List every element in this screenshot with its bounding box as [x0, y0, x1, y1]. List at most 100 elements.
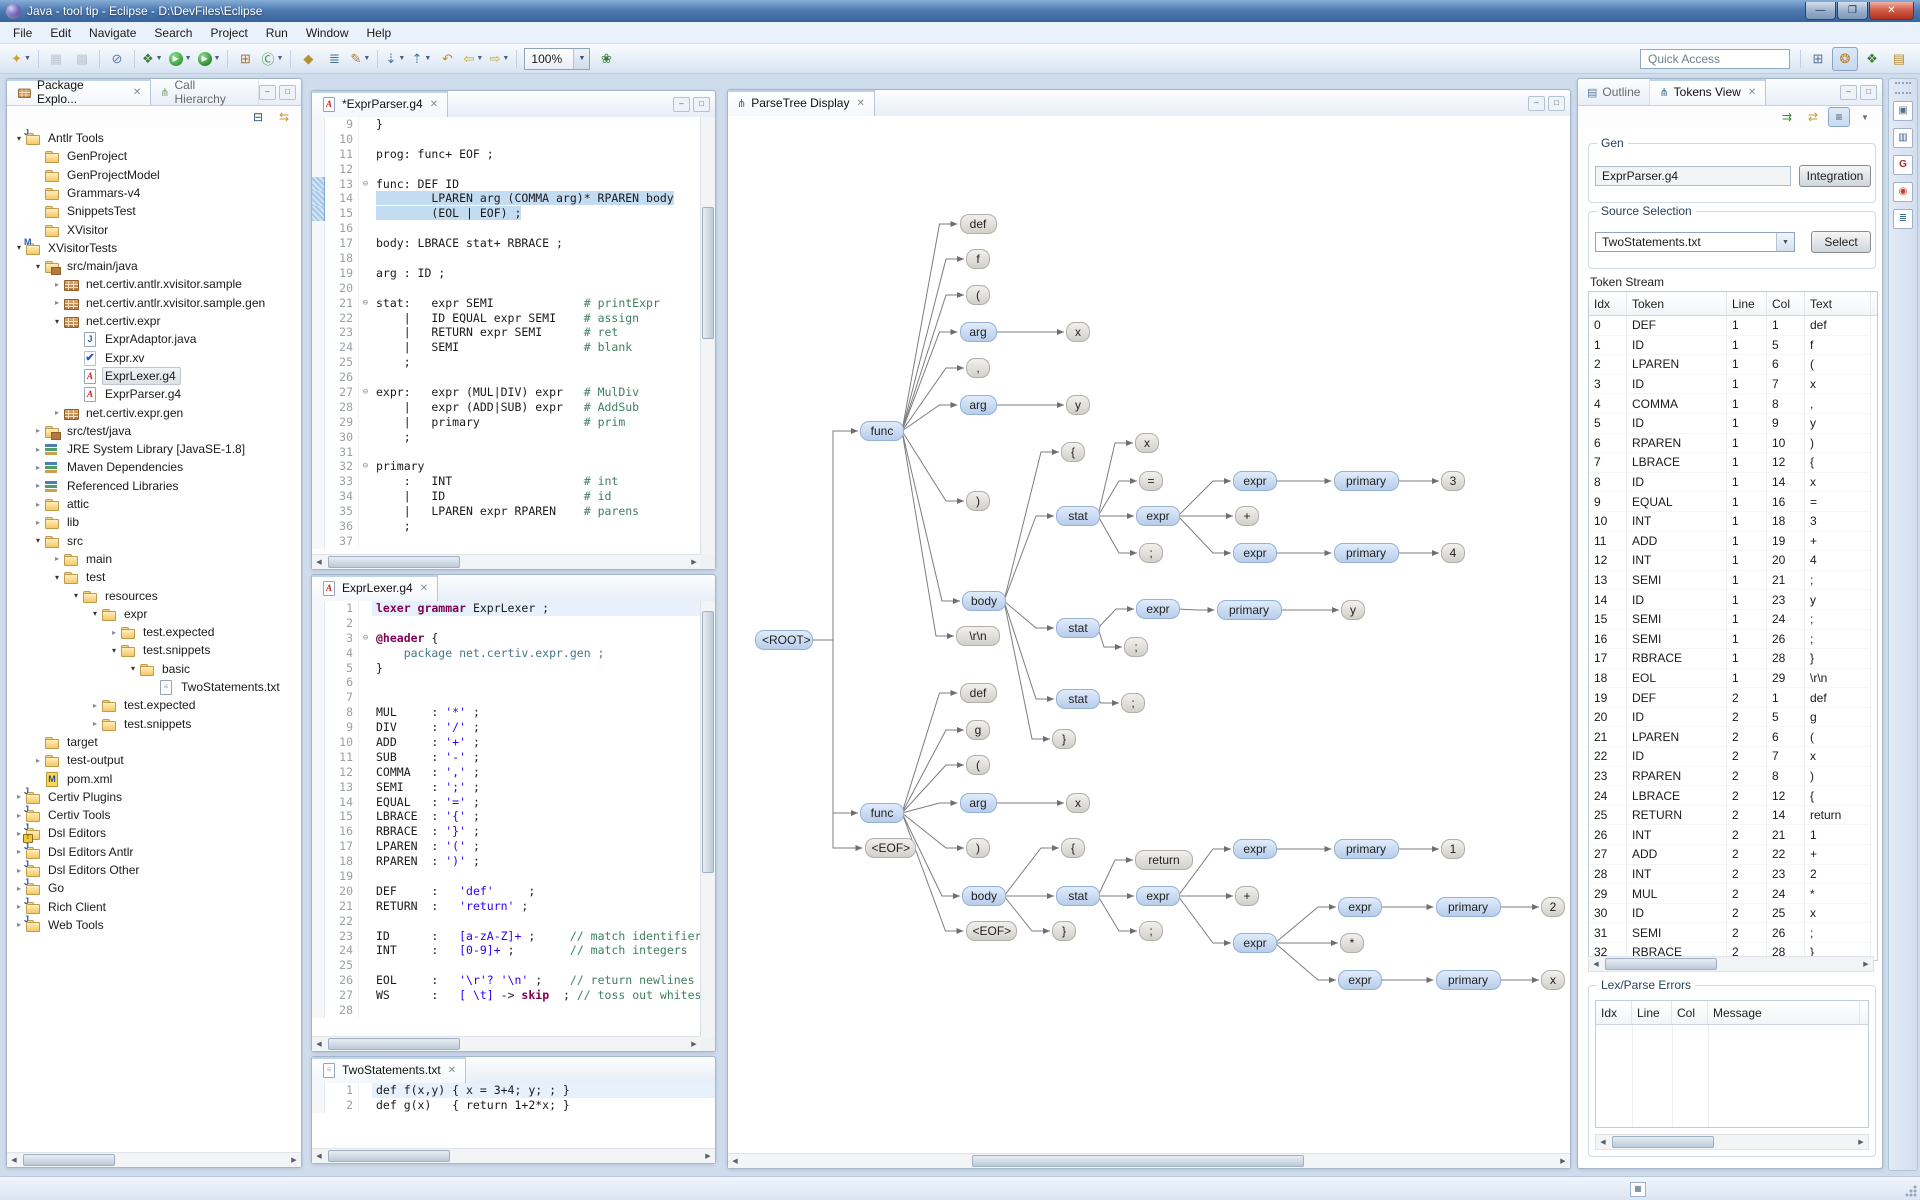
expand-arrow-icon[interactable]: ▸	[32, 445, 44, 454]
exprparser-code-area[interactable]: 9} 10 11 prog: func+ EOF ; 12 13 ⊖ func: DEF ID…	[312, 117, 701, 555]
tree-item[interactable]: ▸ J Dsl Editors Antlr	[9, 841, 299, 861]
token-row[interactable]: 21 LPAREN 2 6(	[1589, 727, 1877, 748]
view-menu-icon[interactable]: ▼	[1854, 107, 1876, 127]
tree-node-EOF[interactable]: <EOF>	[965, 921, 1017, 941]
close-tab-icon[interactable]: ✕	[133, 87, 141, 98]
tree-node-body[interactable]: body	[962, 591, 1006, 611]
tree-item[interactable]: ▾ basic	[9, 660, 299, 678]
code-line[interactable]: 14 LPAREN arg (COMMA arg)* RPAREN body	[312, 191, 701, 207]
token-row[interactable]: 25 RETURN 2 14 return	[1589, 805, 1877, 826]
expand-arrow-icon[interactable]: ▾	[89, 609, 101, 618]
code-line[interactable]: 11 prog: func+ EOF ;	[312, 146, 701, 162]
generate-tree-icon[interactable]: ⇉	[1776, 107, 1798, 127]
code-line[interactable]: 5}	[312, 660, 701, 676]
tree-item[interactable]: A ExprLexer.g4	[9, 366, 299, 385]
expand-arrow-icon[interactable]: ▸	[32, 518, 44, 527]
tree-node-ROOT[interactable]: <ROOT>	[755, 630, 813, 650]
expand-arrow-icon[interactable]: ▾	[51, 573, 63, 582]
parsetree-hscroll[interactable]: ◀ ▶	[728, 1153, 1570, 1168]
code-line[interactable]: 9 DIV : '/' ;	[312, 720, 701, 736]
code-line[interactable]: 17 body: LBRACE stat+ RBRACE ;	[312, 236, 701, 252]
fold-collapse-icon[interactable]: ⊖	[358, 385, 372, 400]
token-row[interactable]: 10 INT 1 18 3	[1589, 511, 1877, 532]
code-line[interactable]: 25 ;	[312, 355, 701, 371]
tree-item[interactable]: ▸ J Dsl Editors Other	[9, 859, 299, 879]
token-row[interactable]: 1 ID 1 5 f	[1589, 335, 1877, 356]
code-line[interactable]: 21 ⊖ stat: expr SEMI # printExpr	[312, 295, 701, 311]
code-line[interactable]: 1 def f(x,y) { x = 3+4; y; ; }	[312, 1083, 715, 1098]
code-line[interactable]: 26 EOL : '\r'? '\n' ; // return newlines …	[312, 973, 701, 989]
expand-arrow-icon[interactable]: ▸	[51, 298, 63, 307]
gen-grammar-field[interactable]: ExprParser.g4	[1595, 166, 1791, 186]
tree-node-primary[interactable]: primary	[1435, 970, 1501, 990]
tree-node-func[interactable]: func	[860, 803, 904, 823]
tree-node-primary[interactable]: primary	[1216, 600, 1282, 620]
tree-node-[interactable]: ,	[966, 358, 990, 378]
tree-node-func[interactable]: func	[860, 421, 904, 441]
tree-node-primary[interactable]: primary	[1333, 839, 1399, 859]
close-tab-icon[interactable]: ✕	[430, 99, 438, 110]
tree-item[interactable]: ▸ J Rich Client	[9, 896, 299, 916]
dropdown-arrow-icon[interactable]: ▼	[1776, 233, 1794, 251]
close-button[interactable]: ✕	[1869, 2, 1914, 20]
token-row[interactable]: 27 ADD 2 22 +	[1589, 845, 1877, 865]
tree-node-expr[interactable]: expr	[1233, 933, 1277, 953]
tree-node-rn[interactable]: \r\n	[956, 626, 1000, 646]
token-row[interactable]: 16 SEMI 1 26;	[1589, 629, 1877, 650]
tree-item[interactable]: ▾ test	[9, 568, 299, 586]
tree-node-expr[interactable]: expr	[1136, 886, 1180, 906]
tree-item[interactable]: ▸ net.certiv.antlr.xvisitor.sample	[9, 275, 299, 293]
expand-arrow-icon[interactable]: ▾	[70, 591, 82, 600]
exprparser-vscroll[interactable]	[700, 117, 715, 555]
new-wizard-button[interactable]: ✦ ▼	[8, 47, 34, 71]
jar-export-button[interactable]: ◆	[295, 47, 321, 71]
tree-node-stat[interactable]: stat	[1056, 886, 1100, 906]
token-row[interactable]: 28 INT 2 23 2	[1589, 864, 1877, 885]
tree-node-[interactable]: ;	[1139, 921, 1163, 941]
tree-node-def[interactable]: def	[959, 214, 997, 234]
token-row[interactable]: 7 LBRACE 1 12{	[1589, 453, 1877, 473]
tree-item[interactable]: ▸ test.expected	[9, 696, 299, 714]
last-edit-location-button[interactable]: ↶	[434, 47, 460, 71]
code-line[interactable]: 24 | SEMI # blank	[312, 340, 701, 356]
dropdown-arrow-icon[interactable]: ▼	[573, 48, 590, 69]
tree-item[interactable]: ✔ Expr.xv	[9, 349, 299, 367]
tab-outline[interactable]: ▤ Outline	[1578, 79, 1651, 105]
coverage-button[interactable]: ❀	[593, 47, 619, 71]
expand-arrow-icon[interactable]: ▸	[32, 426, 44, 435]
expand-arrow-icon[interactable]: ▾	[51, 317, 63, 326]
token-row[interactable]: 18 EOL 1 29 \r\n	[1589, 668, 1877, 689]
code-line[interactable]: 6	[312, 675, 701, 691]
tree-node-[interactable]: =	[1139, 471, 1163, 491]
resource-perspective-button[interactable]: ▤	[1886, 47, 1912, 71]
tree-item[interactable]: GenProjectModel	[9, 166, 299, 184]
parsetree-canvas[interactable]: <ROOT> func func <EOF> def f (arg, arg) body \r\n…	[728, 116, 1570, 1154]
token-row[interactable]: 17 RBRACE 1 28}	[1589, 649, 1877, 669]
fastview-antlr-icon[interactable]: G	[1893, 155, 1913, 175]
code-line[interactable]: 18	[312, 251, 701, 266]
code-line[interactable]: 2 def g(x) { return 1+2*x; }	[312, 1097, 715, 1113]
token-row[interactable]: 2 LPAREN 1 6(	[1589, 355, 1877, 375]
expand-arrow-icon[interactable]: ▸	[32, 756, 44, 765]
token-row[interactable]: 31 SEMI 2 26;	[1589, 923, 1877, 943]
link-with-editor-icon[interactable]: ⇆	[273, 107, 295, 127]
expand-arrow-icon[interactable]: ▾	[32, 262, 44, 271]
menu-search[interactable]: Search	[145, 23, 201, 43]
code-line[interactable]: 22 | ID EQUAL expr SEMI # assign	[312, 310, 701, 326]
run-button[interactable]: ▶ ▼	[166, 47, 195, 71]
next-annotation-button[interactable]: ⇣ ▼	[382, 47, 408, 71]
tree-node-x[interactable]: x	[1066, 322, 1090, 342]
prev-annotation-button[interactable]: ⇡ ▼	[408, 47, 434, 71]
tree-node-[interactable]: (	[966, 755, 990, 775]
code-line[interactable]: 31	[312, 444, 701, 460]
fastview-properties-icon[interactable]: ▣	[1893, 101, 1913, 121]
tree-node-f[interactable]: f	[966, 249, 990, 269]
menu-project[interactable]: Project	[201, 23, 256, 43]
tab-twostatements[interactable]: ≡ TwoStatements.txt ✕	[312, 1057, 467, 1083]
fold-collapse-icon[interactable]: ⊖	[358, 459, 372, 475]
tree-item[interactable]: ▸ test-output	[9, 751, 299, 769]
tree-node-arg[interactable]: arg	[959, 322, 997, 342]
twostatements-code-area[interactable]: 1 def f(x,y) { x = 3+4; y; ; } 2 def g(x) {…	[312, 1083, 715, 1149]
code-line[interactable]: 33 : INT # int	[312, 474, 701, 490]
tree-item[interactable]: ▸ J! Dsl Editors	[9, 822, 299, 844]
